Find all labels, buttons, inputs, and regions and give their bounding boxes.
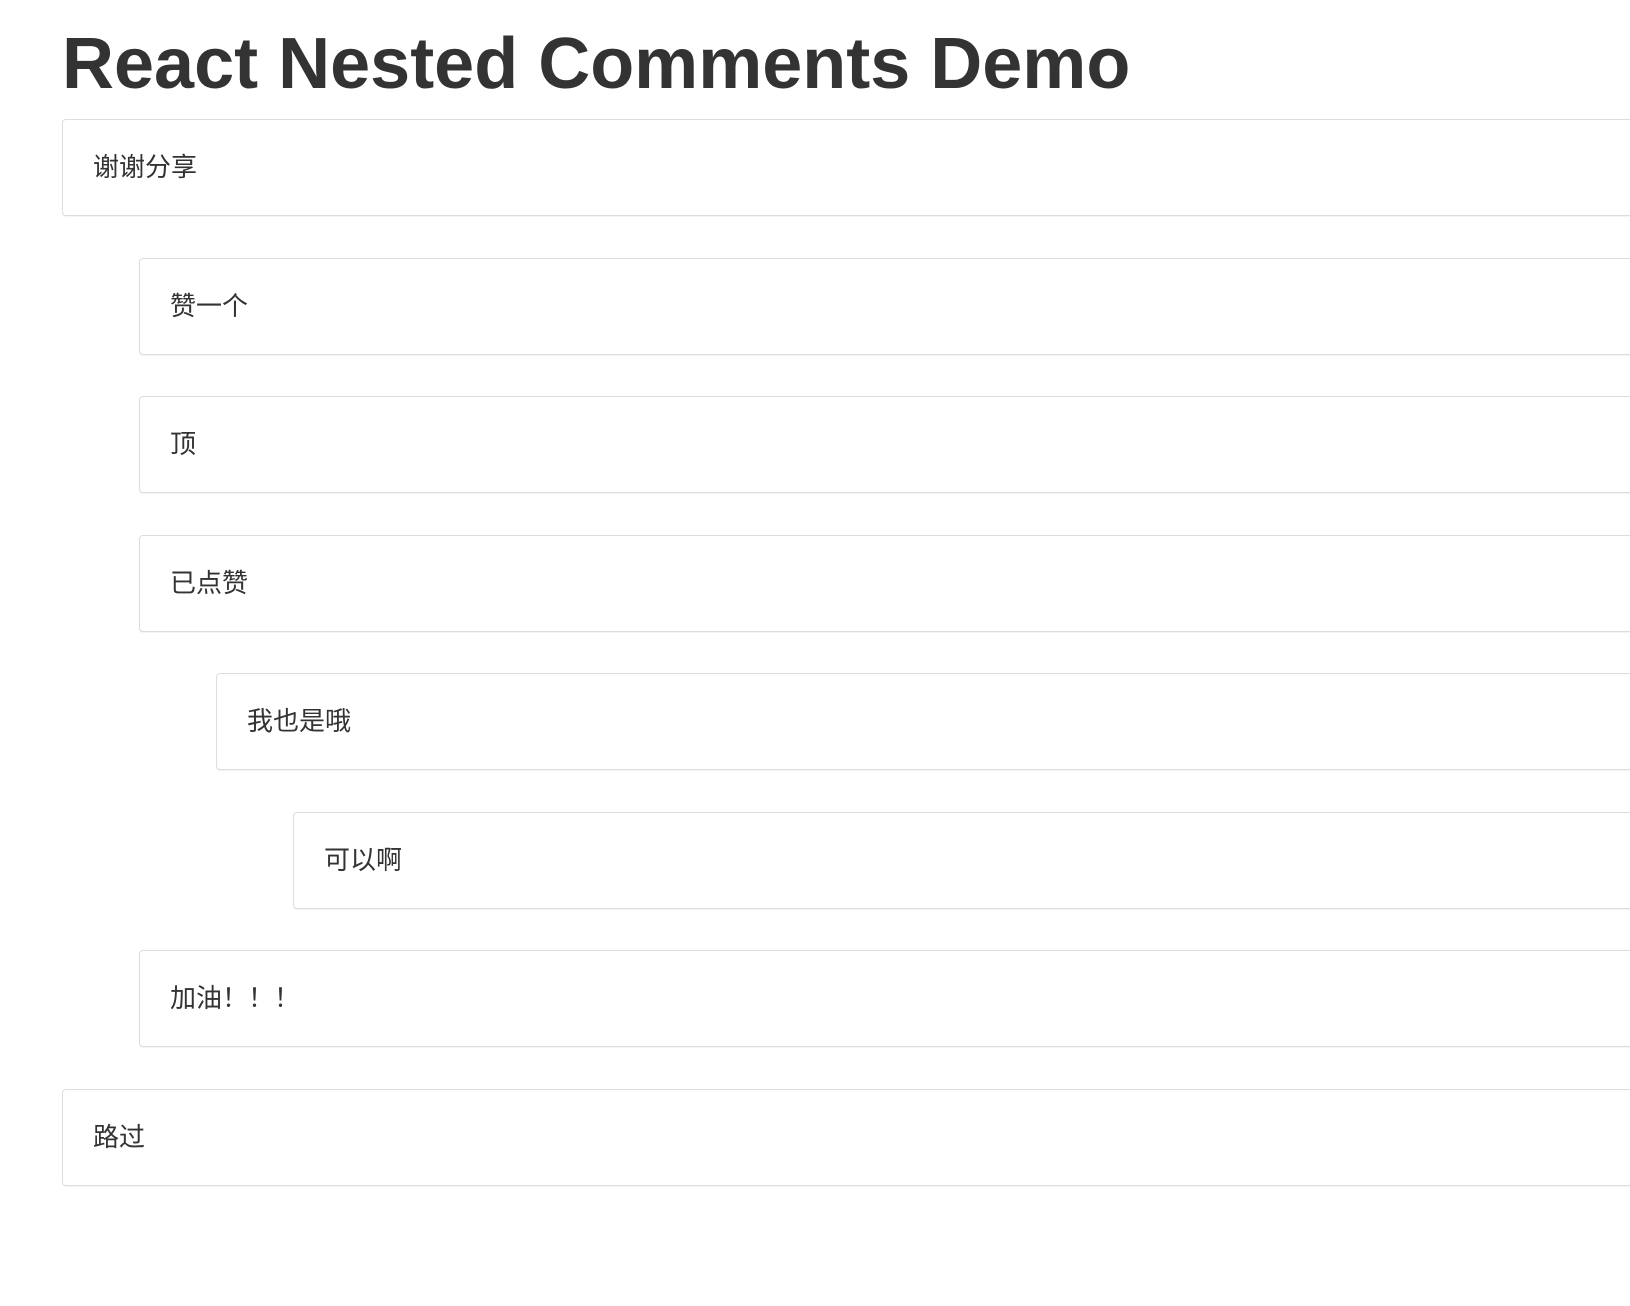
comment-card-reply: 已点赞 <box>139 535 1630 632</box>
comment-text: 已点赞 <box>170 568 249 599</box>
comment-text: 赞一个 <box>170 291 249 322</box>
comment-text: 我也是哦 <box>247 706 352 737</box>
comment-text: 谢谢分享 <box>93 152 198 183</box>
comment-card-reply: 顶 <box>139 396 1630 493</box>
comment-text: 可以啊 <box>324 845 403 876</box>
comment-text: 顶 <box>170 429 197 460</box>
page-title: React Nested Comments Demo <box>62 24 1131 104</box>
comment-card-reply: 我也是哦 <box>216 673 1630 770</box>
page: React Nested Comments Demo 谢谢分享 赞一个 顶 已点… <box>0 0 1630 1306</box>
comment-card: 路过 <box>62 1089 1630 1186</box>
comment-card-reply: 赞一个 <box>139 258 1630 355</box>
comment-text: 加油！！！ <box>170 983 301 1014</box>
comment-card-reply: 加油！！！ <box>139 950 1630 1047</box>
comment-text: 路过 <box>93 1122 146 1153</box>
comment-card: 谢谢分享 <box>62 119 1630 216</box>
comment-card-reply: 可以啊 <box>293 812 1630 909</box>
